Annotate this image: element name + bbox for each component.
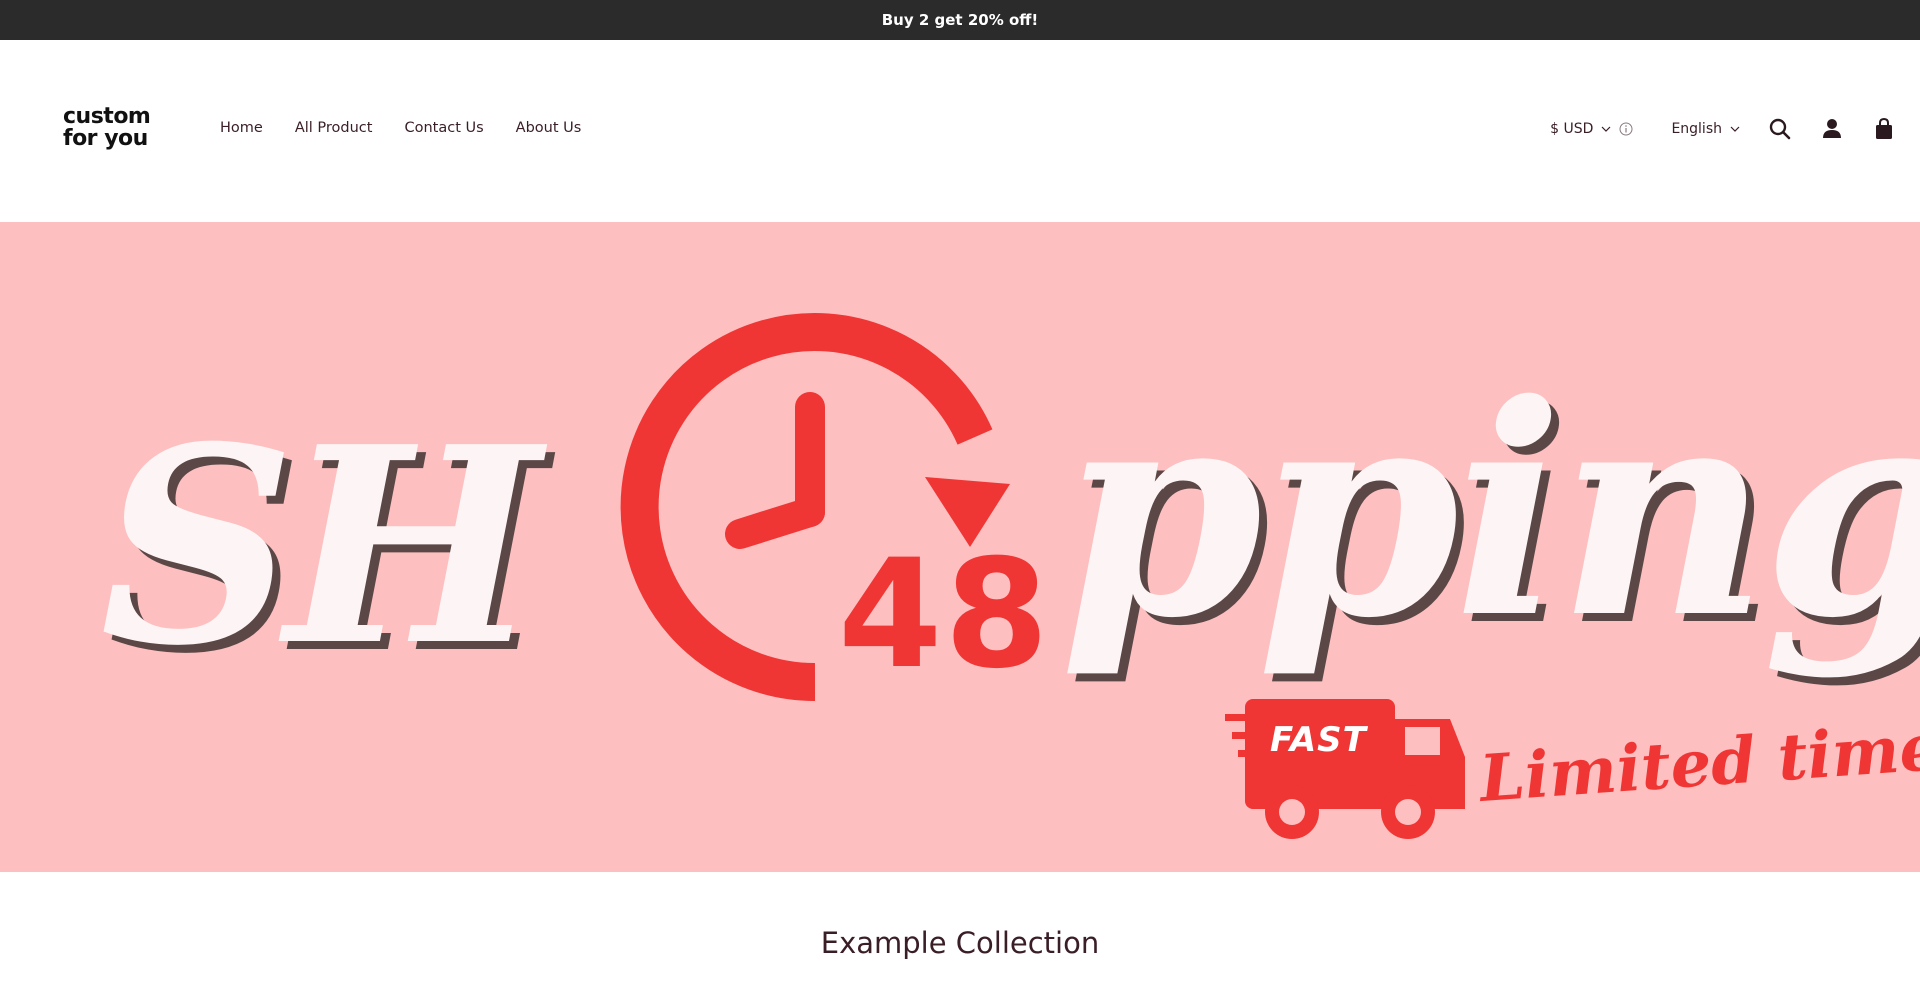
announcement-bar: Buy 2 get 20% off! — [0, 0, 1920, 40]
site-header: custom for you Home All Product Contact … — [0, 40, 1920, 222]
nav-home[interactable]: Home — [220, 120, 263, 136]
clock-hand-short — [725, 497, 825, 549]
language-value: English — [1671, 121, 1722, 137]
truck-label: FAST — [1270, 720, 1367, 760]
cart-button[interactable] — [1872, 117, 1896, 141]
info-icon[interactable] — [1619, 122, 1633, 136]
language-selector[interactable]: English — [1671, 121, 1740, 137]
chevron-down-icon — [1602, 126, 1611, 132]
nav-about-us[interactable]: About Us — [516, 120, 582, 136]
currency-selector[interactable]: $ USD — [1550, 121, 1611, 137]
hero-text-pping: pping — [1060, 342, 1920, 682]
main-nav: Home All Product Contact Us About Us — [220, 120, 581, 136]
account-button[interactable] — [1820, 117, 1844, 141]
header-tools: $ USD English — [1550, 117, 1896, 141]
chevron-down-icon — [1730, 126, 1740, 132]
hero-number: 48 — [838, 528, 1051, 702]
store-logo[interactable]: custom for you — [63, 106, 173, 150]
cart-icon — [1876, 118, 1892, 139]
search-icon — [1769, 118, 1791, 140]
logo-line-1: custom — [63, 104, 151, 129]
announcement-text: Buy 2 get 20% off! — [881, 11, 1039, 29]
search-button[interactable] — [1768, 117, 1792, 141]
logo-line-2: for you — [63, 126, 148, 151]
currency-value: $ USD — [1550, 121, 1594, 137]
hero-banner[interactable]: SH pping 48 FAST Limited time — [0, 222, 1920, 872]
collection-title: Example Collection — [820, 926, 1100, 960]
account-icon — [1823, 119, 1841, 138]
hero-text-sh: SH — [100, 387, 540, 705]
nav-contact-us[interactable]: Contact Us — [404, 120, 483, 136]
nav-all-product[interactable]: All Product — [295, 120, 373, 136]
